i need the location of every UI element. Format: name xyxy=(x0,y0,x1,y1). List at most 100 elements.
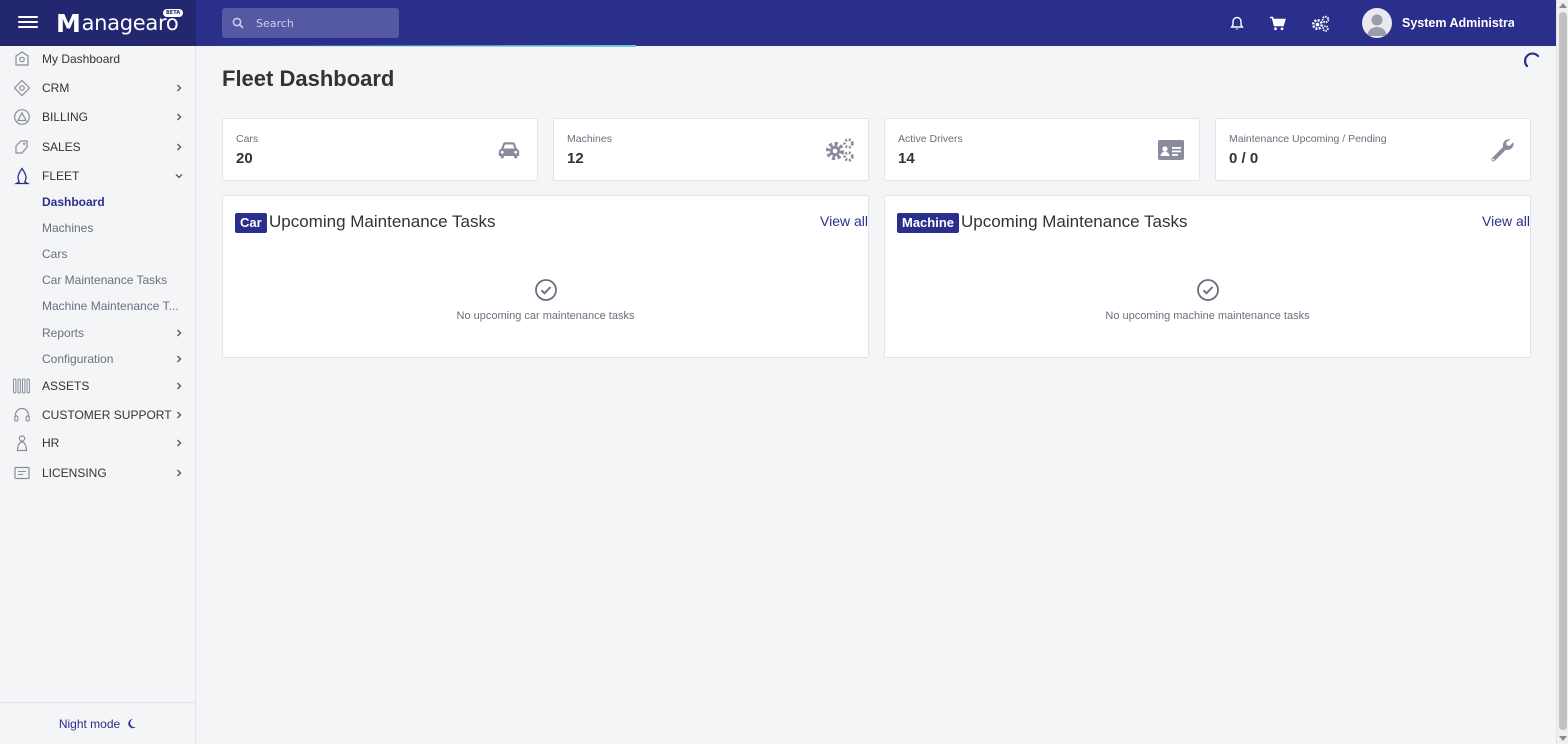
page-scrollbar[interactable] xyxy=(1556,0,1568,744)
brand-area: Managearo BETA xyxy=(0,0,196,46)
user-name: System Administrat... xyxy=(1402,16,1514,30)
gears-icon xyxy=(1311,15,1329,32)
sidebar-subitem-machine-maintenance-tasks[interactable]: Machine Maintenance T... xyxy=(42,299,178,313)
sidebar-item-billing[interactable]: BILLING xyxy=(0,104,196,130)
sidebar-item-label: CUSTOMER SUPPORT xyxy=(42,408,172,422)
logo-initial: M xyxy=(56,8,81,38)
bell-icon xyxy=(1230,16,1244,30)
scroll-down-icon[interactable] xyxy=(1559,736,1567,741)
sales-icon xyxy=(12,137,32,157)
empty-state-text: No upcoming car maintenance tasks xyxy=(456,310,635,322)
sidebar-subitem-reports[interactable]: Reports xyxy=(0,320,196,346)
page-title: Fleet Dashboard xyxy=(222,66,395,91)
headset-icon xyxy=(12,405,32,425)
stat-label: Active Drivers xyxy=(898,133,963,145)
sidebar-item-fleet[interactable]: FLEET xyxy=(0,163,196,189)
cart-button[interactable] xyxy=(1267,13,1287,33)
view-all-car-tasks-link[interactable]: View all xyxy=(820,213,868,229)
stat-label: Maintenance Upcoming / Pending xyxy=(1229,133,1387,145)
chevron-right-icon xyxy=(177,439,182,447)
sidebar-item-label: BILLING xyxy=(42,110,89,124)
sidebar-subitem-machines[interactable]: Machines xyxy=(42,221,178,235)
moon-icon xyxy=(128,718,137,729)
empty-state-text: No upcoming machine maintenance tasks xyxy=(1105,310,1310,322)
panel-title: Upcoming Maintenance Tasks xyxy=(961,212,1188,231)
id-card-icon xyxy=(1155,136,1187,164)
sidebar-item-label: LICENSING xyxy=(42,466,107,480)
user-menu[interactable]: System Administrat... xyxy=(1362,7,1514,39)
machine-maintenance-panel: Machine Upcoming Maintenance Tasks View … xyxy=(884,195,1531,358)
license-icon xyxy=(12,463,32,483)
sidebar-item-label: SALES xyxy=(42,140,81,154)
sidebar-subitem-label: Reports xyxy=(42,326,85,340)
stat-card-maintenance[interactable]: Maintenance Upcoming / Pending 0 / 0 xyxy=(1215,118,1531,181)
cart-icon xyxy=(1269,16,1286,30)
chevron-right-icon xyxy=(177,84,182,92)
scrollbar-thumb[interactable] xyxy=(1559,12,1567,730)
beta-badge: BETA xyxy=(163,9,184,17)
chevron-down-icon xyxy=(175,174,183,179)
stat-value: 20 xyxy=(236,150,253,167)
machine-badge: Machine xyxy=(897,213,960,233)
sidebar: My Dashboard CRM BILLING SALES FLEET Das… xyxy=(0,46,196,744)
notifications-button[interactable] xyxy=(1227,13,1247,33)
view-all-machine-tasks-link[interactable]: View all xyxy=(1482,213,1530,229)
stat-value: 0 / 0 xyxy=(1229,150,1259,167)
stat-value: 12 xyxy=(567,150,584,167)
chevron-right-icon xyxy=(177,143,182,151)
sidebar-item-sales[interactable]: SALES xyxy=(0,134,196,160)
assets-icon xyxy=(12,376,32,396)
night-mode-toggle[interactable]: Night mode xyxy=(0,702,196,744)
chevron-right-icon xyxy=(177,355,182,363)
gears-icon xyxy=(824,136,856,164)
chevron-right-icon xyxy=(177,382,182,390)
scroll-up-icon[interactable] xyxy=(1559,3,1567,8)
stat-card-cars[interactable]: Cars 20 xyxy=(222,118,538,181)
stat-label: Machines xyxy=(567,133,612,145)
check-circle-icon xyxy=(534,279,557,301)
sidebar-item-label: ASSETS xyxy=(42,379,90,393)
search-icon xyxy=(232,17,244,29)
sidebar-item-assets[interactable]: ASSETS xyxy=(0,373,196,399)
sidebar-item-label: CRM xyxy=(42,81,70,95)
menu-toggle-button[interactable] xyxy=(18,13,38,33)
panel-title: Upcoming Maintenance Tasks xyxy=(269,212,496,231)
car-badge: Car xyxy=(235,213,267,233)
check-circle-icon xyxy=(1196,279,1219,301)
chevron-right-icon xyxy=(177,469,182,477)
sidebar-subitem-configuration[interactable]: Configuration xyxy=(0,346,196,372)
stat-value: 14 xyxy=(898,150,915,167)
person-icon xyxy=(12,433,32,453)
sidebar-item-crm[interactable]: CRM xyxy=(0,75,196,101)
sidebar-item-my-dashboard[interactable]: My Dashboard xyxy=(0,46,196,72)
stat-label: Cars xyxy=(236,133,259,145)
fleet-icon xyxy=(12,166,32,186)
loading-bar xyxy=(196,45,636,47)
loading-spinner-icon xyxy=(1524,52,1540,68)
sidebar-item-label: FLEET xyxy=(42,169,80,183)
dashboard-icon xyxy=(12,49,32,69)
top-bar: Managearo BETA System Administrat... xyxy=(0,0,1556,46)
chevron-right-icon xyxy=(177,329,182,337)
sidebar-item-hr[interactable]: HR xyxy=(0,430,196,456)
sidebar-item-licensing[interactable]: LICENSING xyxy=(0,460,196,486)
logo[interactable]: Managearo xyxy=(56,8,179,38)
chevron-right-icon xyxy=(177,411,182,419)
sidebar-subitem-dashboard[interactable]: Dashboard xyxy=(42,195,178,209)
avatar xyxy=(1362,8,1392,38)
search-box[interactable] xyxy=(222,8,399,38)
chevron-right-icon xyxy=(177,113,182,121)
stat-card-active-drivers[interactable]: Active Drivers 14 xyxy=(884,118,1200,181)
sidebar-subitem-car-maintenance-tasks[interactable]: Car Maintenance Tasks xyxy=(42,273,178,287)
car-icon xyxy=(493,136,525,164)
wrench-icon xyxy=(1486,136,1518,164)
user-icon xyxy=(1367,14,1387,36)
sidebar-item-customer-support[interactable]: CUSTOMER SUPPORT xyxy=(0,402,196,428)
car-maintenance-panel: Car Upcoming Maintenance Tasks View all … xyxy=(222,195,869,358)
sidebar-item-label: HR xyxy=(42,436,60,450)
sidebar-subitem-cars[interactable]: Cars xyxy=(42,247,178,261)
stat-card-machines[interactable]: Machines 12 xyxy=(553,118,869,181)
search-input[interactable] xyxy=(256,16,386,30)
settings-button[interactable] xyxy=(1310,13,1330,33)
night-mode-label: Night mode xyxy=(58,716,121,731)
